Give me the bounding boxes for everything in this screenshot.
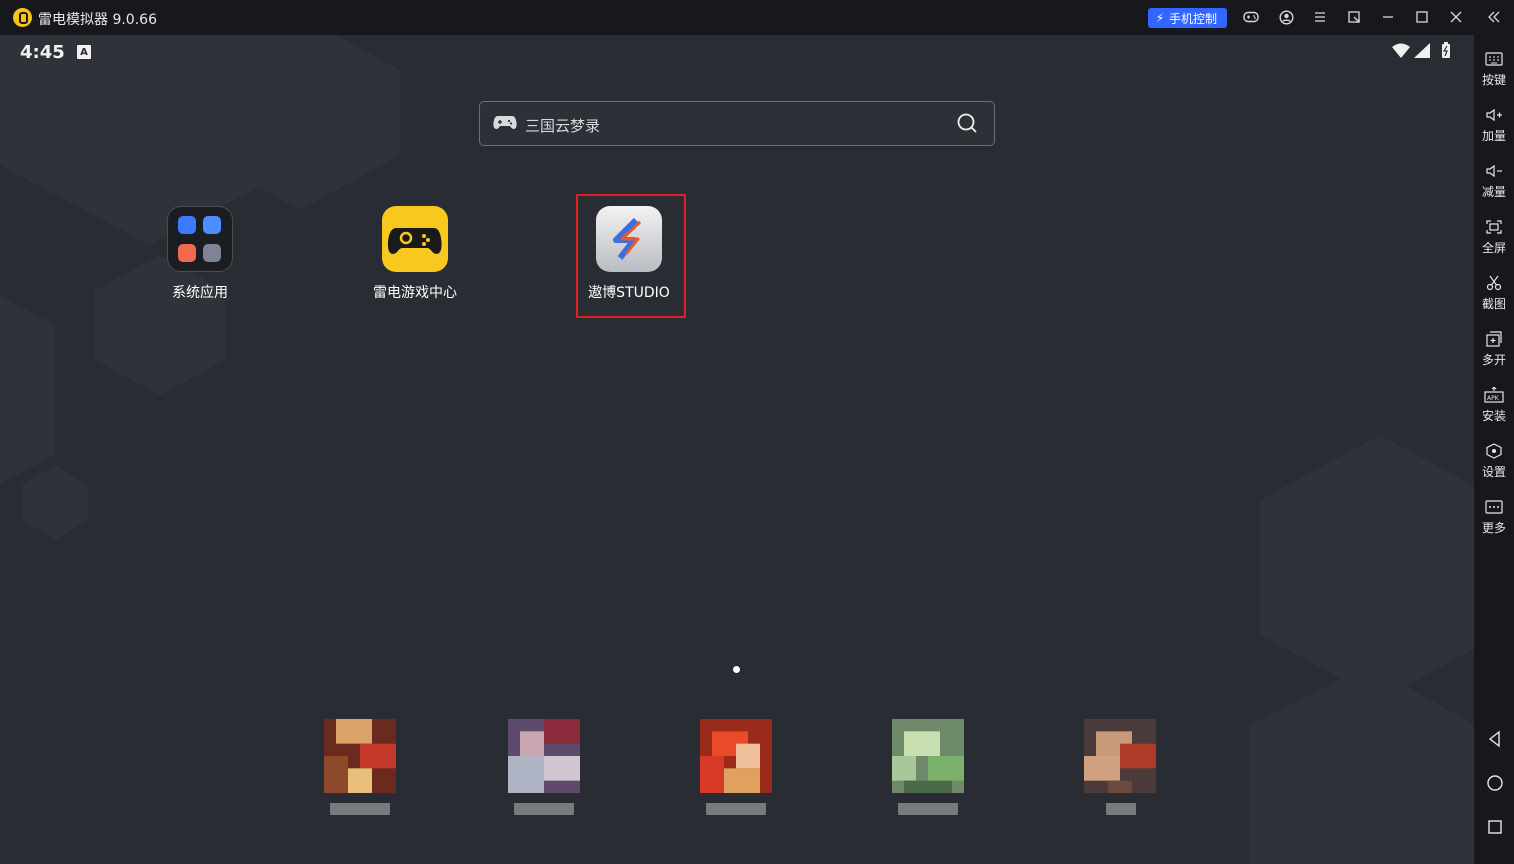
- app-label: 系统应用: [172, 285, 228, 301]
- sidebar-item-install-apk[interactable]: APK 安装: [1474, 387, 1514, 437]
- fullscreen-icon: [1486, 220, 1502, 234]
- pixelated-app-icon: [1084, 719, 1156, 793]
- status-icons: [1390, 42, 1452, 64]
- status-time: 4:45: [20, 42, 65, 63]
- notification-badge: A: [77, 45, 91, 59]
- apk-install-icon: APK: [1484, 387, 1504, 403]
- wifi-icon: [1392, 43, 1410, 58]
- sidebar-item-more[interactable]: 更多: [1474, 499, 1514, 549]
- popout-icon[interactable]: [1346, 9, 1362, 25]
- pixelated-app-icon: [892, 719, 964, 793]
- phone-control-label: 手机控制: [1169, 11, 1218, 26]
- app-label-redacted: [706, 803, 766, 815]
- pixelated-app-icon: [324, 719, 396, 793]
- sidebar-item-label: 截图: [1481, 297, 1506, 311]
- close-icon[interactable]: [1448, 9, 1464, 25]
- recents-icon[interactable]: [1486, 818, 1504, 836]
- volume-down-icon: [1486, 164, 1502, 178]
- sidebar-item-settings[interactable]: 设置: [1474, 443, 1514, 493]
- scissors-icon: [1486, 275, 1502, 291]
- search-icon[interactable]: [956, 112, 978, 138]
- sidebar-item-label: 设置: [1481, 465, 1506, 479]
- dock-app[interactable]: [500, 719, 590, 819]
- sidebar-item-keymap[interactable]: 按键: [1474, 51, 1514, 101]
- account-icon[interactable]: [1278, 9, 1294, 25]
- dock-app[interactable]: [1076, 719, 1166, 819]
- emulator-screen[interactable]: 4:45 A 三国云梦录 系统应用 雷电游戏中心 遨博STUDIO: [0, 35, 1474, 864]
- sidebar-item-fullscreen[interactable]: 全屏: [1474, 219, 1514, 269]
- back-icon[interactable]: [1486, 730, 1504, 748]
- dock-app[interactable]: [884, 719, 974, 819]
- sidebar-item-label: 安装: [1481, 409, 1506, 423]
- app-label: 雷电游戏中心: [373, 285, 457, 301]
- keyboard-icon: [1485, 52, 1503, 66]
- menu-icon[interactable]: [1312, 9, 1328, 25]
- sidebar-item-label: 减量: [1481, 185, 1506, 199]
- app-logo-icon: [13, 8, 32, 27]
- app-system-apps[interactable]: 系统应用: [145, 206, 255, 302]
- maximize-icon[interactable]: [1414, 9, 1430, 25]
- multi-instance-icon: [1486, 331, 1502, 347]
- sidebar-item-label: 更多: [1481, 521, 1506, 535]
- more-icon: [1485, 500, 1503, 514]
- collapse-icon[interactable]: [1486, 9, 1502, 25]
- dock-app[interactable]: [316, 719, 406, 819]
- right-toolbar: 按键 加量 减量 全屏 截图 多开 APK 安装 设置 更多: [1474, 35, 1514, 864]
- sidebar-item-label: 加量: [1481, 129, 1506, 143]
- app-label-redacted: [898, 803, 958, 815]
- search-bar[interactable]: 三国云梦录: [479, 101, 995, 146]
- sidebar-item-label: 全屏: [1481, 241, 1506, 255]
- svg-text:APK: APK: [1487, 395, 1500, 402]
- system-apps-folder-icon: [167, 206, 233, 272]
- dock-app[interactable]: [692, 719, 782, 819]
- window-title: 雷电模拟器 9.0.66: [38, 12, 157, 28]
- app-label-redacted: [1106, 803, 1136, 815]
- search-placeholder: 三国云梦录: [525, 117, 601, 135]
- title-bar: 雷电模拟器 9.0.66 ⚡ 手机控制: [0, 0, 1514, 35]
- sidebar-item-label: 多开: [1481, 353, 1506, 367]
- app-label-redacted: [330, 803, 390, 815]
- phone-control-button[interactable]: ⚡ 手机控制: [1148, 8, 1227, 28]
- sidebar-item-volume-up[interactable]: 加量: [1474, 107, 1514, 157]
- lightning-icon: ⚡: [1155, 11, 1165, 25]
- game-center-icon: [382, 206, 448, 272]
- sidebar-item-multi-instance[interactable]: 多开: [1474, 331, 1514, 381]
- app-label-redacted: [514, 803, 574, 815]
- app-game-center[interactable]: 雷电游戏中心: [360, 206, 470, 302]
- sidebar-item-volume-down[interactable]: 减量: [1474, 163, 1514, 213]
- battery-icon: [1442, 42, 1450, 58]
- home-icon[interactable]: [1486, 774, 1504, 792]
- signal-icon: [1414, 43, 1430, 58]
- sidebar-item-label: 按键: [1481, 73, 1506, 87]
- pixelated-app-icon: [700, 719, 772, 793]
- minimize-icon[interactable]: [1380, 9, 1396, 25]
- page-indicator: [733, 666, 740, 673]
- selection-highlight: [576, 194, 686, 318]
- gamepad-icon: [493, 113, 517, 135]
- gamepad-icon[interactable]: [1243, 9, 1259, 25]
- settings-icon: [1486, 443, 1502, 459]
- pixelated-app-icon: [508, 719, 580, 793]
- volume-up-icon: [1486, 108, 1502, 122]
- sidebar-item-screenshot[interactable]: 截图: [1474, 275, 1514, 325]
